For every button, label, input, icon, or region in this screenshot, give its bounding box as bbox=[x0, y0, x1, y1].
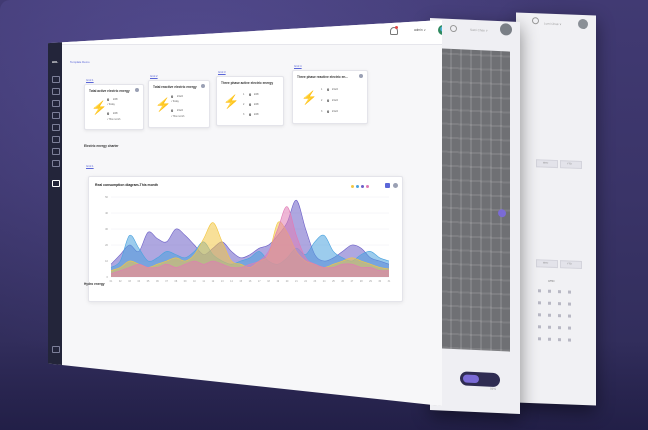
bell-icon[interactable] bbox=[532, 17, 539, 25]
card-three-phase-active: Three phase active electric energy ⚡ 1 0… bbox=[216, 76, 284, 126]
back-window-middle: Sumi Chae ∨ 59% bbox=[430, 17, 520, 415]
x-tick-label: 25 bbox=[332, 280, 335, 283]
y-tick-label: 50 bbox=[105, 195, 108, 199]
x-tick-label: 10 bbox=[193, 280, 196, 283]
y-tick-label: 30 bbox=[105, 227, 108, 231]
bell-icon[interactable] bbox=[390, 26, 398, 35]
x-tick-label: 05 bbox=[147, 280, 150, 283]
x-tick-label: 14 bbox=[230, 280, 233, 283]
card-2-link[interactable]: Grid 2 bbox=[150, 74, 158, 78]
avatar[interactable] bbox=[438, 25, 442, 35]
map-marker[interactable] bbox=[498, 209, 506, 218]
report-icon[interactable] bbox=[52, 148, 60, 155]
y-tick-label: 10 bbox=[105, 259, 108, 263]
chart-icon[interactable] bbox=[52, 100, 60, 107]
floor-plan-map[interactable] bbox=[440, 48, 510, 388]
x-tick-label: 06 bbox=[156, 280, 159, 283]
x-tick-label: 19 bbox=[276, 280, 279, 283]
card-total-active: Total active electric energy ⚡ 0 kWh • T… bbox=[84, 84, 144, 130]
tab-mtd-2[interactable]: MTD bbox=[536, 259, 558, 269]
x-tick-label: 18 bbox=[267, 280, 270, 283]
toggle-switch[interactable] bbox=[460, 371, 500, 388]
x-tick-label: 15 bbox=[239, 280, 242, 283]
user-menu[interactable]: Sumi Chae ∨ bbox=[470, 28, 488, 33]
home-icon[interactable] bbox=[52, 76, 60, 83]
x-tick-label: 02 bbox=[119, 280, 122, 283]
card-title: Three phase active electric energy bbox=[221, 81, 274, 85]
x-tick-label: 27 bbox=[351, 280, 354, 283]
dashboard-icon[interactable] bbox=[52, 88, 60, 95]
gear-icon[interactable] bbox=[135, 88, 139, 92]
tab-ytd-2[interactable]: YTD bbox=[560, 260, 582, 269]
x-tick-label: 11 bbox=[202, 280, 205, 283]
section-title: Hydro energy bbox=[84, 282, 105, 286]
x-tick-label: 30 bbox=[378, 280, 381, 283]
main-window: HOL admin ∨ Template Demo Grid 1 Total a… bbox=[48, 20, 442, 406]
zoom-level: 59% bbox=[490, 386, 497, 391]
lightning-icon: ⚡ bbox=[223, 94, 240, 109]
tab-mtd[interactable]: MTD bbox=[536, 159, 558, 169]
x-tick-label: 13 bbox=[221, 280, 224, 283]
area-chart[interactable]: 0 10 20 30 40 50 01 02 03 04 05 06 07 08 09 10 11 12 13 14 1… bbox=[89, 177, 402, 301]
card-3-link[interactable]: Grid 3 bbox=[218, 70, 226, 74]
x-tick-label: 03 bbox=[128, 280, 131, 283]
x-tick-label: 07 bbox=[165, 280, 168, 283]
device-icon[interactable] bbox=[52, 112, 60, 119]
map-icon[interactable] bbox=[52, 124, 60, 131]
gear-icon[interactable] bbox=[359, 74, 363, 78]
logo: HOL bbox=[51, 60, 59, 64]
x-tick-label: 09 bbox=[184, 280, 187, 283]
y-tick-label: 0 bbox=[107, 275, 109, 279]
consumption-chart-card: Real consumption diagram-This month 0 10 2… bbox=[88, 176, 403, 302]
x-tick-label: 12 bbox=[212, 280, 215, 283]
back-window-right: Lumi Chae ∨ MTD YTD MTD YTD GRID bbox=[516, 12, 596, 406]
tab-ytd[interactable]: YTD bbox=[560, 160, 582, 169]
user-menu[interactable]: Lumi Chae ∨ bbox=[544, 22, 562, 27]
logout-icon[interactable] bbox=[52, 346, 60, 353]
x-tick-label: 31 bbox=[388, 280, 391, 283]
alarm-icon[interactable] bbox=[52, 136, 60, 143]
x-tick-label: 04 bbox=[137, 280, 140, 283]
card-4-link[interactable]: Grid 4 bbox=[294, 64, 302, 68]
card-title: Total reactive electric energy bbox=[153, 85, 197, 89]
x-tick-label: 28 bbox=[360, 280, 363, 283]
grid-link[interactable]: Grid 1 bbox=[86, 164, 94, 168]
y-tick-label: 40 bbox=[105, 211, 108, 215]
user-menu[interactable]: admin ∨ bbox=[414, 28, 426, 32]
breadcrumb[interactable]: Template Demo bbox=[70, 60, 90, 64]
sidebar: HOL bbox=[48, 20, 62, 406]
card-1-link[interactable]: Grid 1 bbox=[86, 78, 94, 82]
x-tick-label: 17 bbox=[258, 280, 261, 283]
x-tick-label: 08 bbox=[175, 280, 178, 283]
x-tick-label: 21 bbox=[295, 280, 298, 283]
lightning-icon: ⚡ bbox=[301, 90, 318, 105]
x-tick-label: 16 bbox=[249, 280, 252, 283]
card-title: Total active electric energy bbox=[89, 89, 130, 93]
card-total-reactive: Total reactive electric energy ⚡ 0 kVarh… bbox=[148, 80, 210, 128]
grid-label: GRID bbox=[548, 279, 555, 283]
avatar[interactable] bbox=[578, 18, 588, 30]
x-tick-label: 26 bbox=[341, 280, 344, 283]
x-tick-label: 24 bbox=[323, 280, 326, 283]
gear-icon[interactable] bbox=[201, 84, 205, 88]
x-tick-label: 29 bbox=[369, 280, 372, 283]
lightning-icon: ⚡ bbox=[155, 97, 172, 112]
user-icon[interactable] bbox=[52, 160, 60, 167]
settings-icon[interactable] bbox=[52, 180, 60, 187]
x-tick-label: 22 bbox=[304, 280, 307, 283]
bell-icon[interactable] bbox=[450, 24, 457, 33]
notification-badge bbox=[395, 26, 398, 29]
section-title: Electric energy charter bbox=[84, 144, 119, 148]
lightning-icon: ⚡ bbox=[91, 100, 108, 115]
card-title: Three phase reactive electric en... bbox=[297, 75, 349, 79]
y-tick-label: 20 bbox=[105, 243, 108, 247]
card-three-phase-reactive: Three phase reactive electric en... ⚡ 1 … bbox=[292, 70, 368, 124]
avatar[interactable] bbox=[500, 23, 512, 36]
x-tick-label: 01 bbox=[110, 280, 113, 283]
x-tick-label: 20 bbox=[286, 280, 289, 283]
x-tick-label: 23 bbox=[314, 280, 317, 283]
